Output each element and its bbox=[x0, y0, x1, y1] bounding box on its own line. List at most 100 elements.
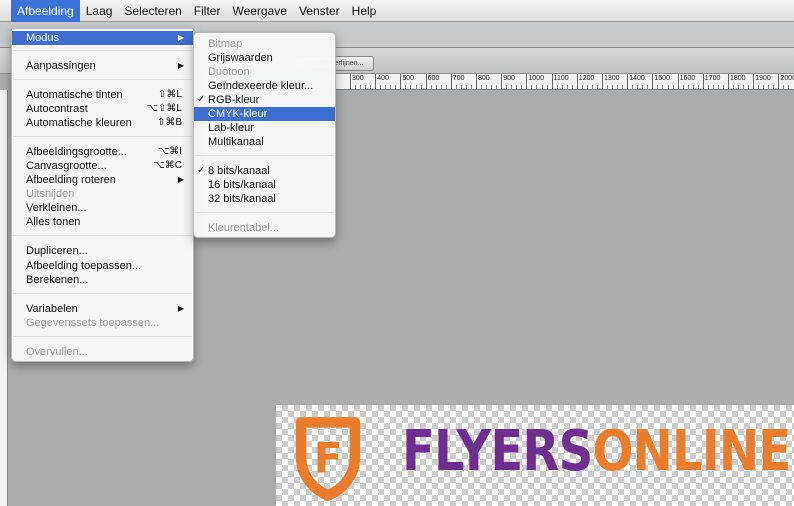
menu-item-verkleinen[interactable]: Verkleinen... bbox=[12, 201, 193, 215]
submenu-item-32-bits[interactable]: 32 bits/kanaal bbox=[194, 192, 335, 206]
ruler-minor-tick bbox=[692, 85, 694, 89]
menu-item-dupliceren[interactable]: Dupliceren... bbox=[12, 244, 193, 258]
ruler-minor-tick bbox=[657, 85, 659, 89]
submenu-arrow-icon: ▶ bbox=[177, 33, 184, 42]
menu-help[interactable]: Help bbox=[346, 0, 383, 22]
submenu-item-multikanaal[interactable]: Multikanaal bbox=[194, 135, 335, 149]
ruler-minor-tick bbox=[596, 85, 598, 89]
ruler-minor-tick bbox=[788, 85, 790, 89]
ruler-minor-tick bbox=[612, 85, 614, 89]
submenu-item-geindexeerde-kleur[interactable]: Geïndexeerde kleur... bbox=[194, 79, 335, 93]
menu-filter[interactable]: Filter bbox=[188, 0, 227, 22]
menu-item-afbeeldingsgrootte[interactable]: Afbeeldingsgrootte... ⌥⌘I bbox=[12, 145, 193, 159]
submenu-item-kleurentabel: Kleurentabel... bbox=[194, 221, 335, 235]
menu-item-label: Afbeelding roteren bbox=[26, 174, 116, 186]
ruler-minor-tick bbox=[687, 85, 689, 89]
menu-item-variabelen[interactable]: Variabelen ▶ bbox=[12, 302, 193, 316]
menu-item-alles-tonen[interactable]: Alles tonen bbox=[12, 215, 193, 229]
menu-weergave[interactable]: Weergave bbox=[226, 0, 292, 22]
shortcut-label: ⇧⌘L bbox=[158, 89, 182, 100]
menu-item-autocontrast[interactable]: Autocontrast ⌥⇧⌘L bbox=[12, 102, 193, 116]
menu-venster[interactable]: Venster bbox=[293, 0, 346, 22]
menu-item-label: 8 bits/kanaal bbox=[208, 165, 270, 177]
menu-item-berekenen[interactable]: Berekenen... bbox=[12, 273, 193, 287]
menu-item-label: Multikanaal bbox=[208, 136, 264, 148]
menu-laag[interactable]: Laag bbox=[80, 0, 119, 22]
menu-afbeelding[interactable]: Afbeelding bbox=[11, 0, 80, 22]
menu-item-label: Afbeelding toepassen... bbox=[26, 260, 141, 272]
ruler-minor-tick bbox=[763, 85, 765, 89]
ruler-minor-tick bbox=[642, 85, 644, 89]
submenu-item-lab-kleur[interactable]: Lab-kleur bbox=[194, 121, 335, 135]
menu-item-label: Dupliceren... bbox=[26, 245, 88, 257]
ruler-minor-tick bbox=[637, 85, 639, 89]
menu-item-label: Bitmap bbox=[208, 38, 243, 50]
menu-item-label: Automatische tinten bbox=[26, 89, 123, 101]
menu-item-modus[interactable]: Modus ▶ bbox=[12, 31, 193, 45]
ruler-minor-tick bbox=[622, 85, 624, 89]
menu-item-label: Verkleinen... bbox=[26, 202, 87, 214]
ruler-minor-tick bbox=[697, 85, 699, 89]
menu-item-label: Grijswaarden bbox=[208, 52, 273, 64]
ruler-tick-label: 2000 bbox=[778, 74, 794, 89]
horizontal-ruler: 300 400 500 600 700 800 900 1000 1100 1200 1300 140… bbox=[330, 74, 794, 90]
ruler-minor-tick bbox=[581, 85, 583, 89]
ruler-minor-tick bbox=[541, 85, 543, 89]
menu-item-afbeelding-roteren[interactable]: Afbeelding roteren ▶ bbox=[12, 173, 193, 187]
menu-item-uitsnijden: Uitsnijden bbox=[12, 187, 193, 201]
ruler-minor-tick bbox=[385, 85, 387, 89]
ruler-minor-tick bbox=[370, 85, 372, 89]
ruler-tick-label: 900 bbox=[501, 74, 515, 89]
ruler-minor-tick bbox=[460, 85, 462, 89]
ruler-minor-tick bbox=[672, 85, 674, 89]
submenu-item-cmyk-kleur[interactable]: CMYK-kleur bbox=[194, 107, 335, 121]
ruler-minor-tick bbox=[415, 85, 417, 89]
submenu-item-grijswaarden[interactable]: Grijswaarden bbox=[194, 51, 335, 65]
submenu-item-rgb-kleur[interactable]: ✓ RGB-kleur bbox=[194, 93, 335, 107]
logo-text-online: ONLINE bbox=[592, 419, 791, 484]
modus-submenu: Bitmap Grijswaarden Duotoon Geïndexeerde… bbox=[193, 32, 336, 238]
menu-separator bbox=[13, 79, 192, 80]
ruler-minor-tick bbox=[496, 85, 498, 89]
ruler-minor-tick bbox=[465, 85, 467, 89]
ruler-minor-tick bbox=[591, 85, 593, 89]
menu-item-label: Alles tonen bbox=[26, 216, 81, 228]
menu-item-label: Lab-kleur bbox=[208, 122, 254, 134]
submenu-arrow-icon: ▶ bbox=[177, 175, 184, 184]
menu-item-label: Autocontrast bbox=[26, 103, 88, 115]
ruler-minor-tick bbox=[758, 85, 760, 89]
ruler-minor-tick bbox=[360, 85, 362, 89]
menu-item-aanpassingen[interactable]: Aanpassingen ▶ bbox=[12, 59, 193, 73]
ruler-minor-tick bbox=[712, 85, 714, 89]
ruler-minor-tick bbox=[420, 85, 422, 89]
ruler-tick-label: 300 bbox=[350, 74, 364, 89]
menu-item-label: RGB-kleur bbox=[208, 94, 260, 106]
ruler-minor-tick bbox=[561, 85, 563, 89]
ruler-minor-tick bbox=[511, 85, 513, 89]
ruler-minor-tick bbox=[481, 85, 483, 89]
ruler-tick-label: 400 bbox=[375, 74, 389, 89]
ruler-minor-tick bbox=[738, 85, 740, 89]
ruler-minor-tick bbox=[506, 85, 508, 89]
menu-item-label: Canvasgrootte... bbox=[26, 160, 107, 172]
menu-item-overvullen: Overvullen... bbox=[12, 345, 193, 359]
ruler-minor-tick bbox=[773, 85, 775, 89]
ruler-minor-tick bbox=[390, 85, 392, 89]
menu-separator bbox=[13, 136, 192, 137]
submenu-item-8-bits[interactable]: ✓ 8 bits/kanaal bbox=[194, 164, 335, 178]
menu-item-label: Gegevenssets toepassen... bbox=[26, 317, 160, 329]
submenu-arrow-icon: ▶ bbox=[177, 61, 184, 70]
menu-item-afbeelding-toepassen[interactable]: Afbeelding toepassen... bbox=[12, 259, 193, 273]
menu-item-canvasgrootte[interactable]: Canvasgrootte... ⌥⌘C bbox=[12, 159, 193, 173]
ruler-minor-tick bbox=[516, 85, 518, 89]
ruler-minor-tick bbox=[486, 85, 488, 89]
menu-selecteren[interactable]: Selecteren bbox=[118, 0, 187, 22]
menu-item-automatische-kleuren[interactable]: Automatische kleuren ⇧⌘B bbox=[12, 116, 193, 130]
document-canvas[interactable]: F FLYERSONLINE bbox=[276, 405, 794, 506]
submenu-item-16-bits[interactable]: 16 bits/kanaal bbox=[194, 178, 335, 192]
ruler-minor-tick bbox=[647, 85, 649, 89]
ruler-minor-tick bbox=[607, 85, 609, 89]
ruler-tick-label: 700 bbox=[450, 74, 464, 89]
menu-item-automatische-tinten[interactable]: Automatische tinten ⇧⌘L bbox=[12, 88, 193, 102]
ruler-minor-tick bbox=[531, 85, 533, 89]
